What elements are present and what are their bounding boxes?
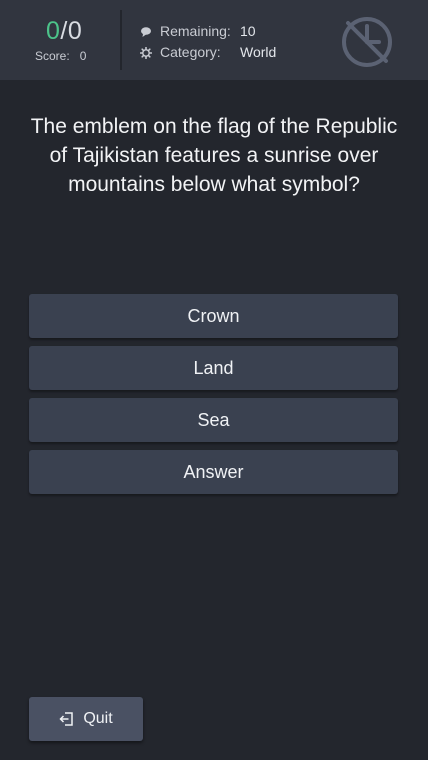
category-row: Category: World	[139, 44, 277, 60]
remaining-row: Remaining: 10	[140, 23, 256, 39]
answer-button-answer[interactable]: Answer	[29, 450, 398, 494]
comment-icon	[140, 25, 152, 37]
answer-button-land[interactable]: Land	[29, 346, 398, 390]
score-display: 0/0	[46, 16, 82, 46]
category-label: Category:	[160, 44, 221, 60]
quit-button[interactable]: Quit	[29, 697, 143, 741]
exit-icon	[59, 711, 75, 727]
score-label: Score:	[35, 49, 70, 63]
answer-list: Crown Land Sea Answer	[29, 294, 398, 502]
score-value: 0	[79, 49, 87, 63]
header-divider	[120, 10, 122, 70]
timer-off-icon	[342, 17, 392, 67]
answer-button-sea[interactable]: Sea	[29, 398, 398, 442]
remaining-label: Remaining:	[160, 23, 231, 39]
score-total: 0	[67, 17, 83, 45]
score-separator: /	[60, 17, 68, 45]
header-bar: 0/0 Score: 0 Remaining: 10 Category: Wor…	[0, 0, 428, 80]
question-text: The emblem on the flag of the Republic o…	[30, 115, 398, 196]
gear-icon	[139, 46, 153, 60]
remaining-value: 10	[240, 23, 256, 39]
answer-button-crown[interactable]: Crown	[29, 294, 398, 338]
category-value: World	[240, 44, 277, 60]
quit-label: Quit	[83, 710, 113, 727]
score-summary: Score: 0	[35, 49, 86, 63]
score-correct: 0	[46, 17, 61, 45]
timer-off-button[interactable]	[340, 14, 394, 68]
